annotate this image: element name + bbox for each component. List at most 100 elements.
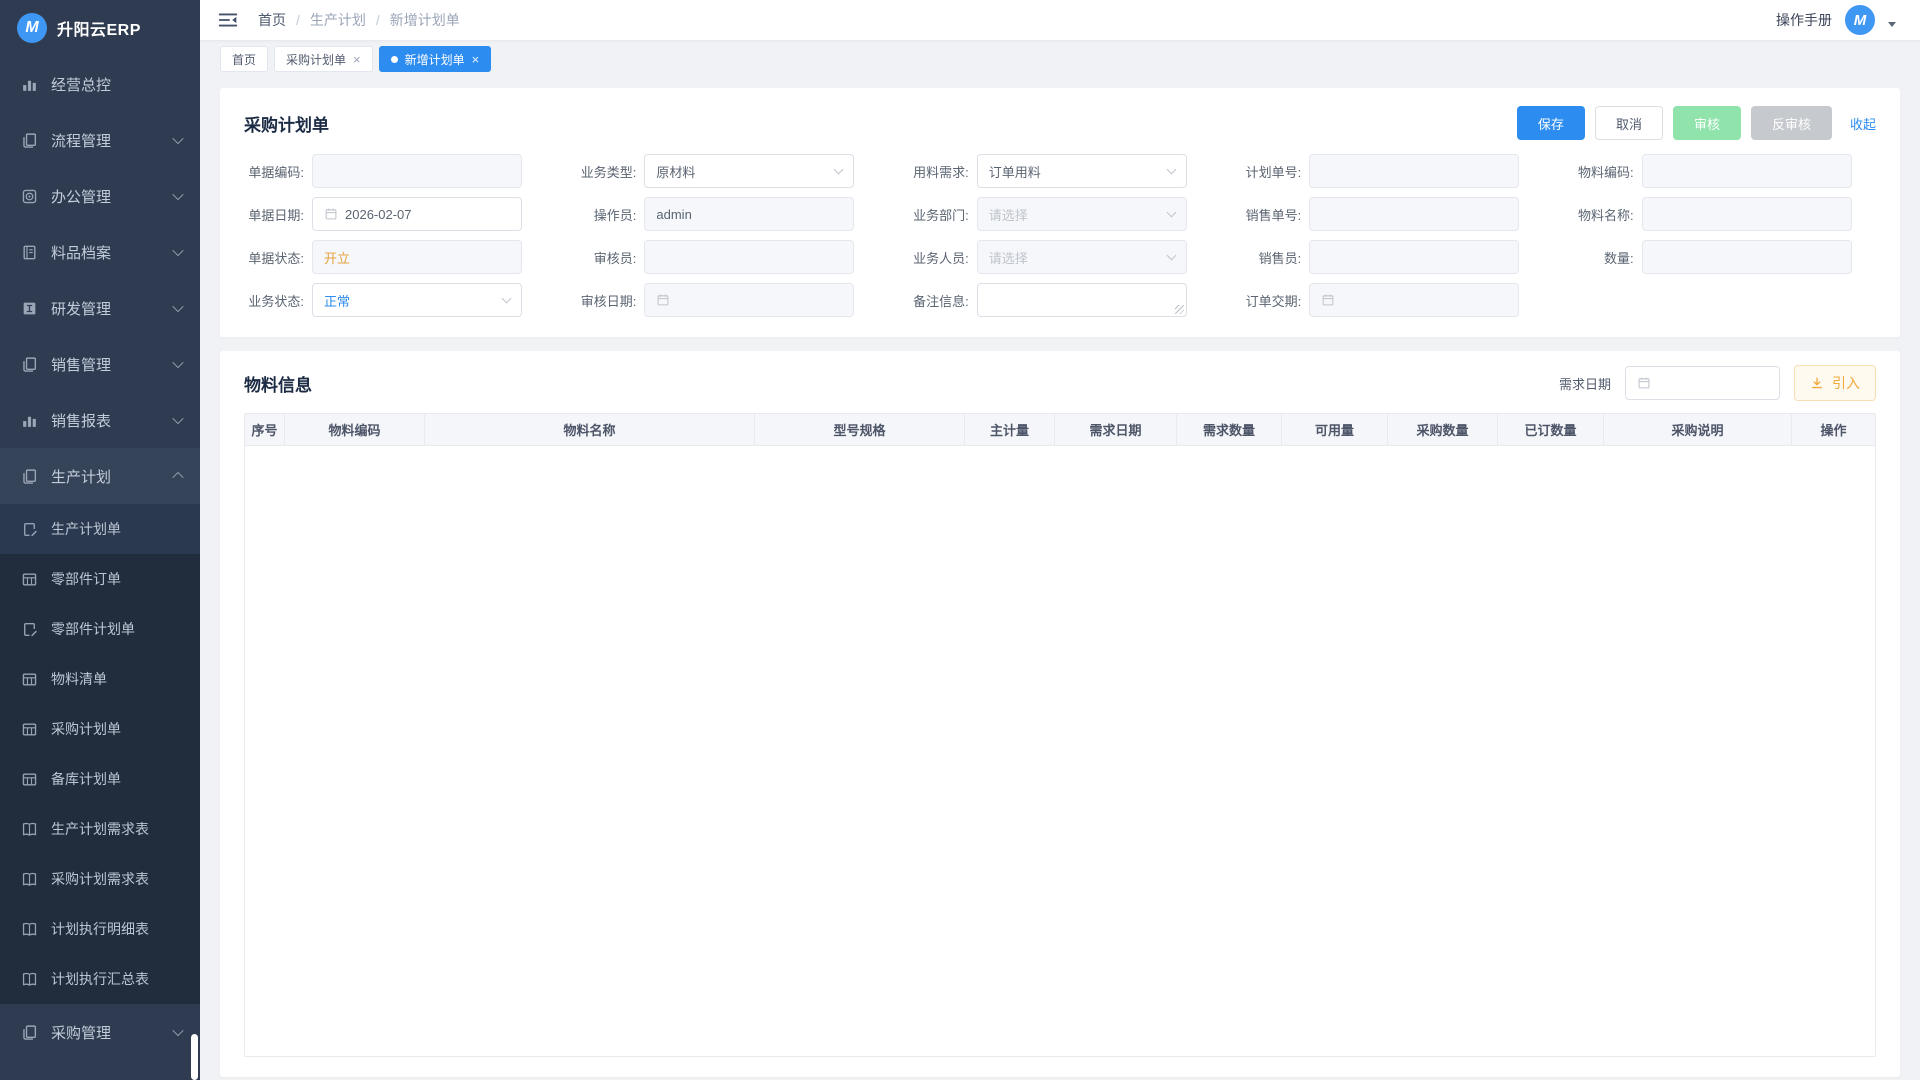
remark-textarea[interactable] <box>977 283 1187 317</box>
avatar[interactable]: M <box>1845 5 1875 35</box>
close-icon[interactable] <box>353 53 361 66</box>
sidebar-item-purchase-plan-demand-report[interactable]: 采购计划需求表 <box>0 854 200 904</box>
doc-date-picker[interactable]: 2026-02-07 <box>312 197 522 231</box>
materials-card: 物料信息 需求日期 引入 序号 <box>220 351 1900 1077</box>
sidebar-item-sales-reports[interactable]: 销售报表 <box>0 392 200 448</box>
sidebar-item-business-overview[interactable]: 经营总控 <box>0 56 200 112</box>
table-grid-icon <box>21 771 38 788</box>
doc-status-label: 单据状态: <box>224 248 312 267</box>
tab-home[interactable]: 首页 <box>220 46 268 72</box>
breadcrumb-home[interactable]: 首页 <box>258 10 286 30</box>
biz-type-label: 业务类型: <box>556 162 644 181</box>
sidebar-item-purchase-management[interactable]: 采购管理 <box>0 1004 200 1060</box>
menu-fold-icon[interactable] <box>218 11 238 29</box>
sidebar-item-plan-execution-summary-report[interactable]: 计划执行汇总表 <box>0 954 200 1004</box>
cancel-button[interactable]: 取消 <box>1595 106 1663 140</box>
active-dot-icon <box>391 56 398 63</box>
import-button[interactable]: 引入 <box>1794 365 1876 401</box>
form-card-header: 采购计划单 保存 取消 审核 反审核 收起 <box>220 88 1900 146</box>
material-code-field <box>1642 154 1852 188</box>
sidebar-item-workshop-settings[interactable]: 车间设置 <box>0 1060 200 1080</box>
quantity-label: 数量: <box>1554 248 1642 267</box>
top-header: 首页 生产计划 新增计划单 操作手册 M <box>200 0 1920 40</box>
auditor-label: 审核员: <box>556 248 644 267</box>
resize-handle-icon[interactable] <box>1175 305 1184 314</box>
sidebar-item-production-planning[interactable]: 生产计划 <box>0 448 200 504</box>
salesman-label: 销售员: <box>1221 248 1309 267</box>
sidebar-item-purchase-plan-order[interactable]: 采购计划单 <box>0 704 200 754</box>
column-header-material-name: 物料名称 <box>425 414 755 445</box>
biz-dept-select: 请选择 <box>977 197 1187 231</box>
order-due-label: 订单交期: <box>1221 291 1309 310</box>
field-placeholder: 请选择 <box>989 205 1028 224</box>
column-header-actions: 操作 <box>1792 414 1875 445</box>
sidebar-item-office-management[interactable]: 办公管理 <box>0 168 200 224</box>
user-manual-link[interactable]: 操作手册 <box>1776 10 1832 30</box>
sidebar-item-process-management[interactable]: 流程管理 <box>0 112 200 168</box>
chevron-down-icon <box>172 301 183 312</box>
sidebar-item-material-list[interactable]: 物料清单 <box>0 654 200 704</box>
biz-person-select: 请选择 <box>977 240 1187 274</box>
demand-date-picker[interactable] <box>1625 366 1780 400</box>
doc-code-label: 单据编码: <box>224 162 312 181</box>
sidebar-item-rd-management[interactable]: 研发管理 <box>0 280 200 336</box>
plan-no-label: 计划单号: <box>1221 162 1309 181</box>
info-box-icon <box>21 300 38 317</box>
main-area: 首页 生产计划 新增计划单 操作手册 M 首页 采购计划单 新增 <box>200 0 1920 1080</box>
sidebar-item-production-plan-order[interactable]: 生产计划单 <box>0 504 200 554</box>
chevron-down-icon <box>172 413 183 424</box>
field-value: admin <box>656 207 691 222</box>
sidebar-item-parts-order[interactable]: 零部件订单 <box>0 554 200 604</box>
sidebar-item-material-archives[interactable]: 料品档案 <box>0 224 200 280</box>
doc-status-field: 开立 <box>312 240 522 274</box>
document-edit-icon <box>21 521 38 538</box>
table-grid-icon <box>21 721 38 738</box>
sidebar-item-parts-plan-order[interactable]: 零部件计划单 <box>0 604 200 654</box>
calendar-icon <box>1637 376 1651 390</box>
chevron-down-icon <box>172 133 183 144</box>
sidebar-item-label: 采购计划单 <box>51 719 121 739</box>
sidebar-item-sales-management[interactable]: 销售管理 <box>0 336 200 392</box>
tab-label: 首页 <box>232 51 256 68</box>
tab-purchase-plan-order[interactable]: 采购计划单 <box>274 46 373 72</box>
open-book-icon <box>21 921 38 938</box>
biz-status-select[interactable]: 正常 <box>312 283 522 317</box>
save-button[interactable]: 保存 <box>1517 106 1585 140</box>
sidebar-scrollbar-thumb[interactable] <box>191 1034 198 1080</box>
tab-new-plan-order[interactable]: 新增计划单 <box>379 46 492 72</box>
sidebar-item-stock-plan-order[interactable]: 备库计划单 <box>0 754 200 804</box>
chevron-up-icon <box>172 472 183 483</box>
salesman-field <box>1309 240 1519 274</box>
collapse-link[interactable]: 收起 <box>1850 114 1876 133</box>
breadcrumb-production-planning[interactable]: 生产计划 <box>310 10 366 30</box>
breadcrumb-separator <box>296 12 300 28</box>
sidebar-item-production-plan-demand-report[interactable]: 生产计划需求表 <box>0 804 200 854</box>
page-title: 采购计划单 <box>244 111 329 136</box>
audit-date-picker <box>644 283 854 317</box>
audit-button[interactable]: 审核 <box>1673 106 1741 140</box>
app-root: M 升阳云ERP 经营总控 流程管理 办公管理 料品档案 研发管理 <box>0 0 1920 1080</box>
field-placeholder: 请选择 <box>989 248 1028 267</box>
biz-type-select[interactable]: 原材料 <box>644 154 854 188</box>
sales-no-label: 销售单号: <box>1221 205 1309 224</box>
copy-document-icon <box>21 356 38 373</box>
sidebar-item-label: 采购管理 <box>51 1022 111 1043</box>
unaudit-button[interactable]: 反审核 <box>1751 106 1832 140</box>
table-grid-icon <box>21 571 38 588</box>
auditor-field <box>644 240 854 274</box>
tab-label: 新增计划单 <box>405 51 465 68</box>
sidebar-item-label: 流程管理 <box>51 130 111 151</box>
calendar-icon <box>324 207 338 221</box>
chevron-down-icon <box>1166 165 1176 175</box>
sidebar-item-label: 经营总控 <box>51 74 111 95</box>
use-demand-label: 用料需求: <box>889 162 977 181</box>
column-header-purchase-qty: 采购数量 <box>1388 414 1498 445</box>
sidebar-item-plan-execution-detail-report[interactable]: 计划执行明细表 <box>0 904 200 954</box>
use-demand-select[interactable]: 订单用料 <box>977 154 1187 188</box>
copy-document-icon <box>21 468 38 485</box>
breadcrumb-separator <box>376 12 380 28</box>
caret-down-icon[interactable] <box>1888 22 1896 27</box>
form-actions: 保存 取消 审核 反审核 收起 <box>1517 106 1876 140</box>
close-icon[interactable] <box>472 53 480 66</box>
sales-no-field <box>1309 197 1519 231</box>
